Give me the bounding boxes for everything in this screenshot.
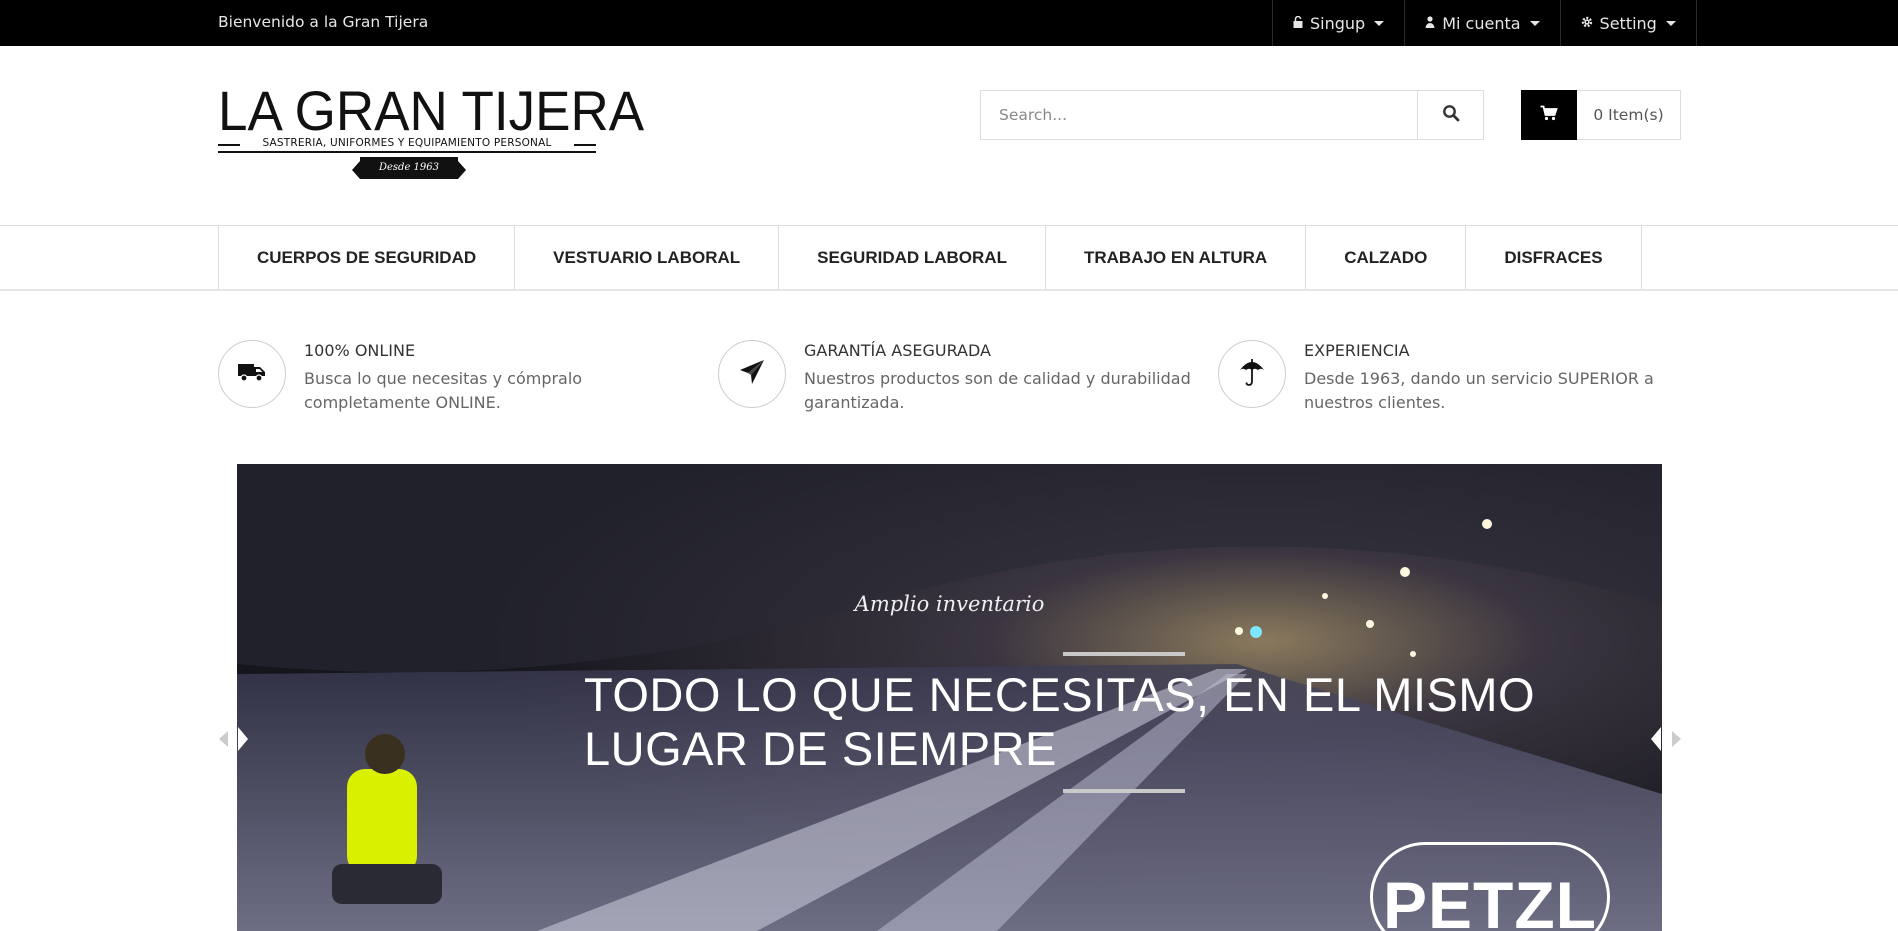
slide-divider-top: [1063, 652, 1185, 656]
feature-description: Busca lo que necesitas y cómpralo comple…: [304, 369, 583, 412]
slider-next-tab[interactable]: [1651, 727, 1661, 751]
signup-label: Singup: [1310, 13, 1366, 33]
search-icon: [1442, 104, 1460, 126]
logo-ribbon: Desde 1963: [352, 157, 466, 179]
nav-item-disfraces[interactable]: DISFRACES: [1466, 226, 1642, 290]
chevron-down-icon: [1529, 20, 1540, 26]
search-box: [980, 90, 1484, 140]
search-button[interactable]: [1417, 91, 1483, 139]
nav-item-calzado[interactable]: CALZADO: [1306, 226, 1467, 290]
feature-icon-circle: [718, 340, 786, 408]
lock-icon: [1293, 15, 1303, 31]
chevron-down-icon: [1374, 20, 1385, 26]
umbrella-icon: [1238, 357, 1266, 391]
chevron-down-icon: [1665, 20, 1676, 26]
nav-item-trabajo-en-altura[interactable]: TRABAJO EN ALTURA: [1046, 226, 1307, 290]
settings-menu[interactable]: Setting: [1559, 0, 1696, 46]
settings-label: Setting: [1599, 13, 1657, 33]
feature-online: 100% ONLINE Busca lo que necesitas y cóm…: [218, 340, 698, 420]
slider-prev-tab[interactable]: [238, 727, 248, 751]
logo-rule: [574, 144, 596, 146]
feature-icon-circle: [1218, 340, 1286, 408]
cart-icon-box: [1521, 90, 1577, 140]
hero-slider[interactable]: Amplio inventario TODO LO QUE NECESITAS,…: [237, 464, 1662, 931]
user-icon: [1425, 15, 1435, 31]
account-menu[interactable]: Mi cuenta: [1404, 0, 1559, 46]
slide-subtitle: Amplio inventario: [854, 592, 1045, 616]
logo-title: LA GRAN TIJERA: [218, 80, 645, 143]
brand-logo: PETZL: [1370, 842, 1610, 931]
cart-button[interactable]: 0 Item(s): [1521, 90, 1681, 140]
logo-subtitle: SASTRERIA, UNIFORMES Y EQUIPAMIENTO PERS…: [262, 137, 552, 149]
top-bar: Bienvenido a la Gran Tijera Singup Mi cu…: [0, 0, 1898, 46]
slider-next-arrow[interactable]: [1672, 731, 1681, 747]
nav-list: CUERPOS DE SEGURIDAD VESTUARIO LABORAL S…: [218, 226, 1642, 290]
welcome-text: Bienvenido a la Gran Tijera: [218, 13, 429, 31]
slider-prev-arrow[interactable]: [219, 731, 228, 747]
feature-description: Desde 1963, dando un servicio SUPERIOR a…: [1304, 369, 1654, 412]
feature-title: 100% ONLINE: [304, 341, 416, 360]
nav-item-cuerpos-de-seguridad[interactable]: CUERPOS DE SEGURIDAD: [219, 226, 516, 290]
gear-icon: [1581, 16, 1593, 31]
cart-icon: [1540, 105, 1558, 125]
feature-guarantee: GARANTÍA ASEGURADA Nuestros productos so…: [718, 340, 1198, 420]
nav-item-vestuario-laboral[interactable]: VESTUARIO LABORAL: [515, 226, 780, 290]
feature-title: EXPERIENCIA: [1304, 341, 1410, 360]
cart-count: 0 Item(s): [1593, 106, 1664, 124]
site-logo[interactable]: LA GRAN TIJERA SASTRERIA, UNIFORMES Y EQ…: [218, 80, 645, 182]
logo-divider: [218, 151, 596, 153]
nav-item-seguridad-laboral[interactable]: SEGURIDAD LABORAL: [779, 226, 1046, 290]
signup-menu[interactable]: Singup: [1272, 0, 1404, 46]
slide-divider-bottom: [1063, 789, 1185, 793]
feature-icon-circle: [218, 340, 286, 408]
account-label: Mi cuenta: [1442, 13, 1521, 33]
feature-experience: EXPERIENCIA Desde 1963, dando un servici…: [1218, 340, 1698, 420]
paper-plane-icon: [738, 358, 766, 390]
slide-headline: TODO LO QUE NECESITAS, EN EL MISMO LUGAR…: [584, 668, 1536, 775]
feature-title: GARANTÍA ASEGURADA: [804, 341, 991, 360]
main-nav: CUERPOS DE SEGURIDAD VESTUARIO LABORAL S…: [0, 225, 1898, 291]
truck-icon: [238, 361, 266, 387]
search-input[interactable]: [981, 91, 1417, 139]
feature-description: Nuestros productos son de calidad y dura…: [804, 369, 1191, 412]
top-menus: Singup Mi cuenta Setting: [1272, 0, 1697, 46]
